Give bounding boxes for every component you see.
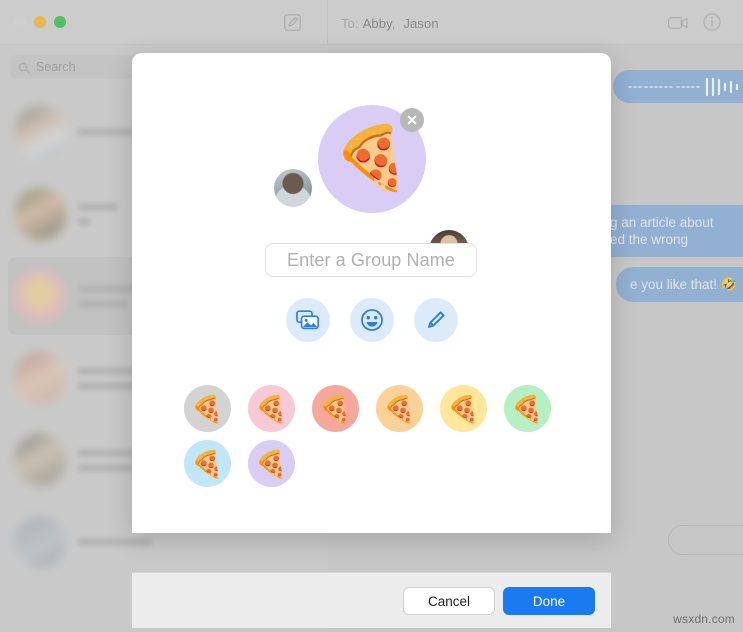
- pizza-emoji: 🍕: [191, 448, 224, 479]
- avatar-swatch[interactable]: 🍕: [440, 385, 487, 432]
- pencil-icon: [427, 311, 445, 328]
- info-circle-icon[interactable]: [703, 13, 721, 31]
- minimize-window-button[interactable]: [34, 16, 46, 28]
- avatar: [14, 434, 66, 486]
- remove-avatar-button[interactable]: [400, 108, 424, 132]
- member-avatar: [274, 169, 312, 207]
- group-avatar-preview: 🍕: [132, 105, 611, 270]
- emoji-button[interactable]: [349, 298, 394, 342]
- pizza-emoji: 🍕: [383, 393, 416, 424]
- avatar-swatch[interactable]: 🍕: [248, 440, 295, 487]
- avatar-swatch[interactable]: 🍕: [248, 385, 295, 432]
- video-camera-icon[interactable]: [668, 16, 688, 30]
- smiley-icon: [360, 309, 383, 331]
- avatar: [14, 188, 66, 240]
- recipient-token[interactable]: Jason: [403, 16, 438, 31]
- done-button[interactable]: Done: [503, 587, 595, 615]
- avatar: [14, 516, 66, 568]
- watermark: wsxdn.com: [673, 612, 735, 626]
- search-placeholder: Search: [36, 60, 76, 74]
- window-controls: [14, 16, 66, 28]
- dialog-footer: Cancel Done: [132, 572, 611, 628]
- avatar: [14, 352, 66, 404]
- titlebar-divider: [327, 0, 328, 45]
- pizza-emoji: 🍕: [447, 393, 480, 424]
- pizza-emoji: 🍕: [191, 393, 224, 424]
- list-item-text: [78, 202, 118, 226]
- draw-button[interactable]: [413, 298, 458, 342]
- recipient-token[interactable]: Abby: [363, 16, 392, 31]
- recipient-separator: ,: [391, 16, 396, 31]
- message-bubble[interactable]: g an article about ed the wrong: [596, 205, 743, 257]
- audio-waveform-icon: [627, 77, 742, 96]
- pizza-emoji: 🍕: [255, 448, 288, 479]
- message-input[interactable]: [668, 525, 743, 555]
- search-icon: [18, 61, 30, 74]
- avatar-swatch[interactable]: 🍕: [312, 385, 359, 432]
- message-bubble[interactable]: e you like that! 🤣: [616, 267, 743, 302]
- group-photo-dialog: 🍕 Enter a Group Name 🍕 🍕 🍕 🍕 🍕 🍕 🍕 🍕: [132, 53, 611, 533]
- window-titlebar: To: Abby, Jason: [0, 0, 743, 45]
- avatar: [14, 106, 66, 158]
- avatar-swatch-grid: 🍕 🍕 🍕 🍕 🍕 🍕 🍕 🍕: [184, 385, 584, 487]
- close-icon: [407, 115, 417, 125]
- avatar-swatch[interactable]: 🍕: [184, 385, 231, 432]
- pizza-emoji: 🍕: [511, 393, 544, 424]
- to-label: To:: [341, 16, 359, 31]
- pizza-emoji: 🍕: [255, 393, 288, 424]
- avatar-swatch[interactable]: 🍕: [504, 385, 551, 432]
- message-composer: [668, 525, 743, 555]
- photo-library-button[interactable]: [285, 298, 330, 342]
- pizza-emoji: 🍕: [319, 393, 352, 424]
- compose-icon[interactable]: [284, 14, 301, 31]
- avatar-swatch[interactable]: 🍕: [376, 385, 423, 432]
- avatar: [14, 270, 66, 322]
- close-window-button[interactable]: [14, 16, 26, 28]
- pizza-emoji: 🍕: [333, 124, 411, 193]
- group-name-input[interactable]: Enter a Group Name: [265, 243, 477, 277]
- photos-icon: [295, 310, 319, 330]
- avatar-source-buttons: [132, 298, 611, 342]
- audio-message-bubble[interactable]: 00:02: [613, 70, 743, 103]
- list-item-text: [78, 538, 152, 546]
- avatar-swatch[interactable]: 🍕: [184, 440, 231, 487]
- cancel-button[interactable]: Cancel: [403, 587, 495, 615]
- recipients-field[interactable]: To: Abby, Jason: [341, 16, 439, 31]
- maximize-window-button[interactable]: [54, 16, 66, 28]
- group-name-placeholder: Enter a Group Name: [287, 249, 455, 270]
- list-item-text: [78, 128, 136, 136]
